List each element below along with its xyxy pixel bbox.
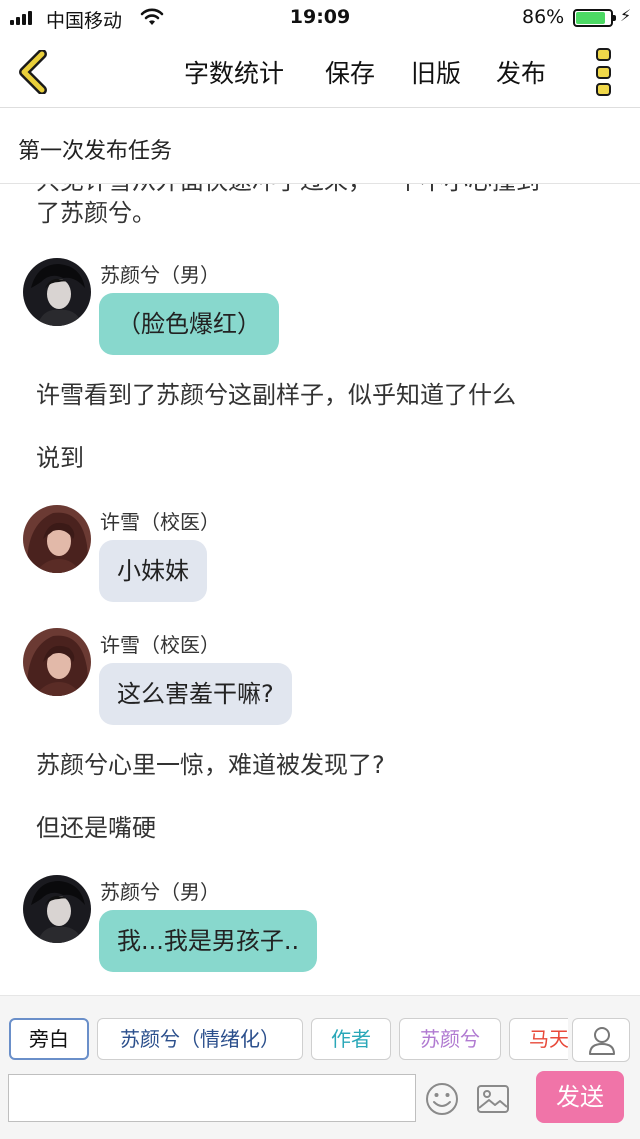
role-selector[interactable]: 旁白 苏颜兮（情绪化） 作者 苏颜兮 马天 [0,1018,568,1062]
story-title: 第一次发布任务 [18,139,173,164]
narration-text: 许雪看到了苏颜兮这副样子，似乎知道了什么 [36,381,516,409]
more-dot-icon [596,65,611,79]
role-chip-su-yanxi-emotional[interactable]: 苏颜兮（情绪化） [97,1018,303,1060]
dialogue-bubble[interactable]: （脸色爆红） [99,293,279,355]
dialogue-bubble[interactable]: 我...我是男孩子.. [99,910,318,972]
avatar-su-yanxi[interactable] [23,875,91,943]
battery-icon [573,9,616,27]
battery-percent: 86% [522,6,565,28]
female-character-avatar-icon [23,505,91,573]
back-arrow-icon [19,49,47,95]
more-menu-button[interactable] [596,48,614,96]
composer-panel: 旁白 苏颜兮（情绪化） 作者 苏颜兮 马天 发送 [0,995,640,1139]
male-character-avatar-icon [23,875,91,943]
battery-fill [576,12,606,24]
role-chip-su-yanxi[interactable]: 苏颜兮 [399,1018,501,1060]
top-navigation: 字数统计 保存 旧版 发布 [0,36,640,108]
speaker-name: 许雪（校医） [100,633,220,657]
status-bar: 中国移动 19:09 86% ⚡ [0,0,640,36]
word-count-button[interactable]: 字数统计 [184,54,284,90]
avatar-xu-xue[interactable] [23,628,91,696]
send-button[interactable]: 发送 [536,1071,624,1123]
old-version-button[interactable]: 旧版 [411,54,461,90]
message-input[interactable] [8,1074,416,1122]
narration-text: 说到 [36,444,84,472]
more-dot-icon [596,48,611,61]
story-title-bar: 第一次发布任务 [0,109,640,184]
image-icon [477,1085,509,1113]
publish-button[interactable]: 发布 [496,54,546,90]
save-button[interactable]: 保存 [325,54,375,90]
narration-text: 了苏颜兮。 [36,199,156,227]
add-character-button[interactable] [572,1018,630,1062]
smiley-icon [426,1083,458,1115]
speaker-name: 苏颜兮（男） [100,880,220,904]
female-character-avatar-icon [23,628,91,696]
charging-icon: ⚡ [620,6,632,25]
role-chip-ma-tian[interactable]: 马天 [509,1018,568,1060]
user-icon [589,1027,615,1055]
dialogue-bubble[interactable]: 这么害羞干嘛? [99,663,292,725]
dialogue-bubble[interactable]: 小妹妹 [99,540,207,602]
image-button[interactable] [476,1083,510,1115]
male-character-avatar-icon [23,258,91,326]
role-chip-narrator[interactable]: 旁白 [9,1018,89,1060]
back-button[interactable] [14,49,54,95]
avatar-su-yanxi[interactable] [23,258,91,326]
emoji-button[interactable] [425,1082,459,1116]
speaker-name: 苏颜兮（男） [100,263,220,287]
narration-text: 苏颜兮心里一惊，难道被发现了? [36,751,385,779]
more-dot-icon [596,83,611,96]
avatar-xu-xue[interactable] [23,505,91,573]
role-chip-author[interactable]: 作者 [311,1018,391,1060]
narration-text: 但还是嘴硬 [36,814,156,842]
story-content[interactable]: 只见许雪从外面快速冲了过来，一个不小心撞到 了苏颜兮。 苏颜兮（男） （脸色爆红… [0,184,640,995]
speaker-name: 许雪（校医） [100,510,220,534]
